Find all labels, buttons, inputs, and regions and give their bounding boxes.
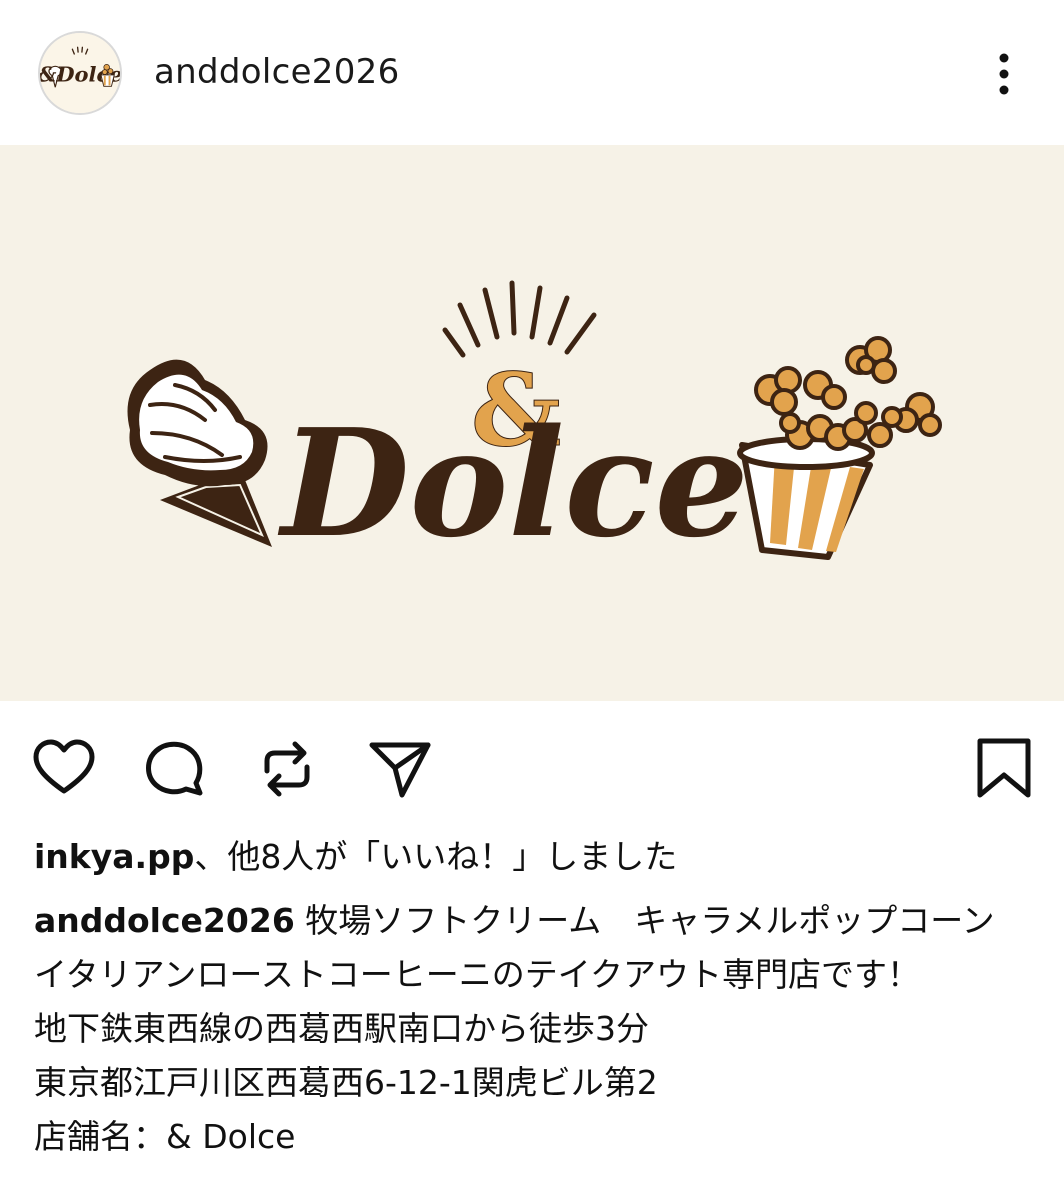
likes-summary: inkya.pp、他8人が「いいね！」しました (34, 835, 677, 879)
caption-access-line: 地下鉄東西線の西葛西駅南口から徒歩3分 (34, 1009, 649, 1048)
caption-store-name-line: 店舗名：& Dolce (34, 1117, 296, 1156)
liked-by-user-link[interactable]: inkya.pp (34, 837, 194, 876)
send-icon (369, 742, 431, 798)
heart-icon (33, 739, 95, 794)
more-options-button[interactable] (986, 50, 1022, 98)
bookmark-icon (977, 738, 1031, 798)
save-button[interactable] (972, 737, 1036, 801)
share-button[interactable] (368, 737, 432, 801)
comment-button[interactable] (142, 737, 206, 801)
comment-bubble-icon (146, 741, 203, 796)
likes-text[interactable]: 、他8人が「いいね！」しました (194, 837, 677, 876)
profile-avatar[interactable]: &Dolce (38, 31, 122, 115)
dolce-logo-artwork: & Dolce (0, 145, 1064, 701)
caption-first-line: anddolce2026 牧場ソフトクリーム キャラメルポップコーン イタリアン… (34, 894, 1024, 1002)
svg-text:Dolce: Dolce (277, 396, 749, 570)
more-vertical-icon (999, 53, 1009, 95)
repost-button[interactable] (255, 737, 319, 801)
like-button[interactable] (32, 737, 96, 801)
repost-icon (264, 741, 310, 797)
post-header: &Dolce anddolce2026 (0, 0, 1064, 145)
caption-address-line: 東京都江戸川区西葛西6-12-1関虎ビル第2 (34, 1063, 658, 1102)
post-action-bar (0, 701, 1064, 831)
caption-username-link[interactable]: anddolce2026 (34, 901, 295, 940)
post-username[interactable]: anddolce2026 (154, 52, 400, 92)
post-caption: anddolce2026 牧場ソフトクリーム キャラメルポップコーン イタリアン… (34, 894, 1024, 1164)
dolce-avatar-logo: &Dolce (40, 33, 120, 113)
post-image[interactable]: & Dolce (0, 145, 1064, 701)
